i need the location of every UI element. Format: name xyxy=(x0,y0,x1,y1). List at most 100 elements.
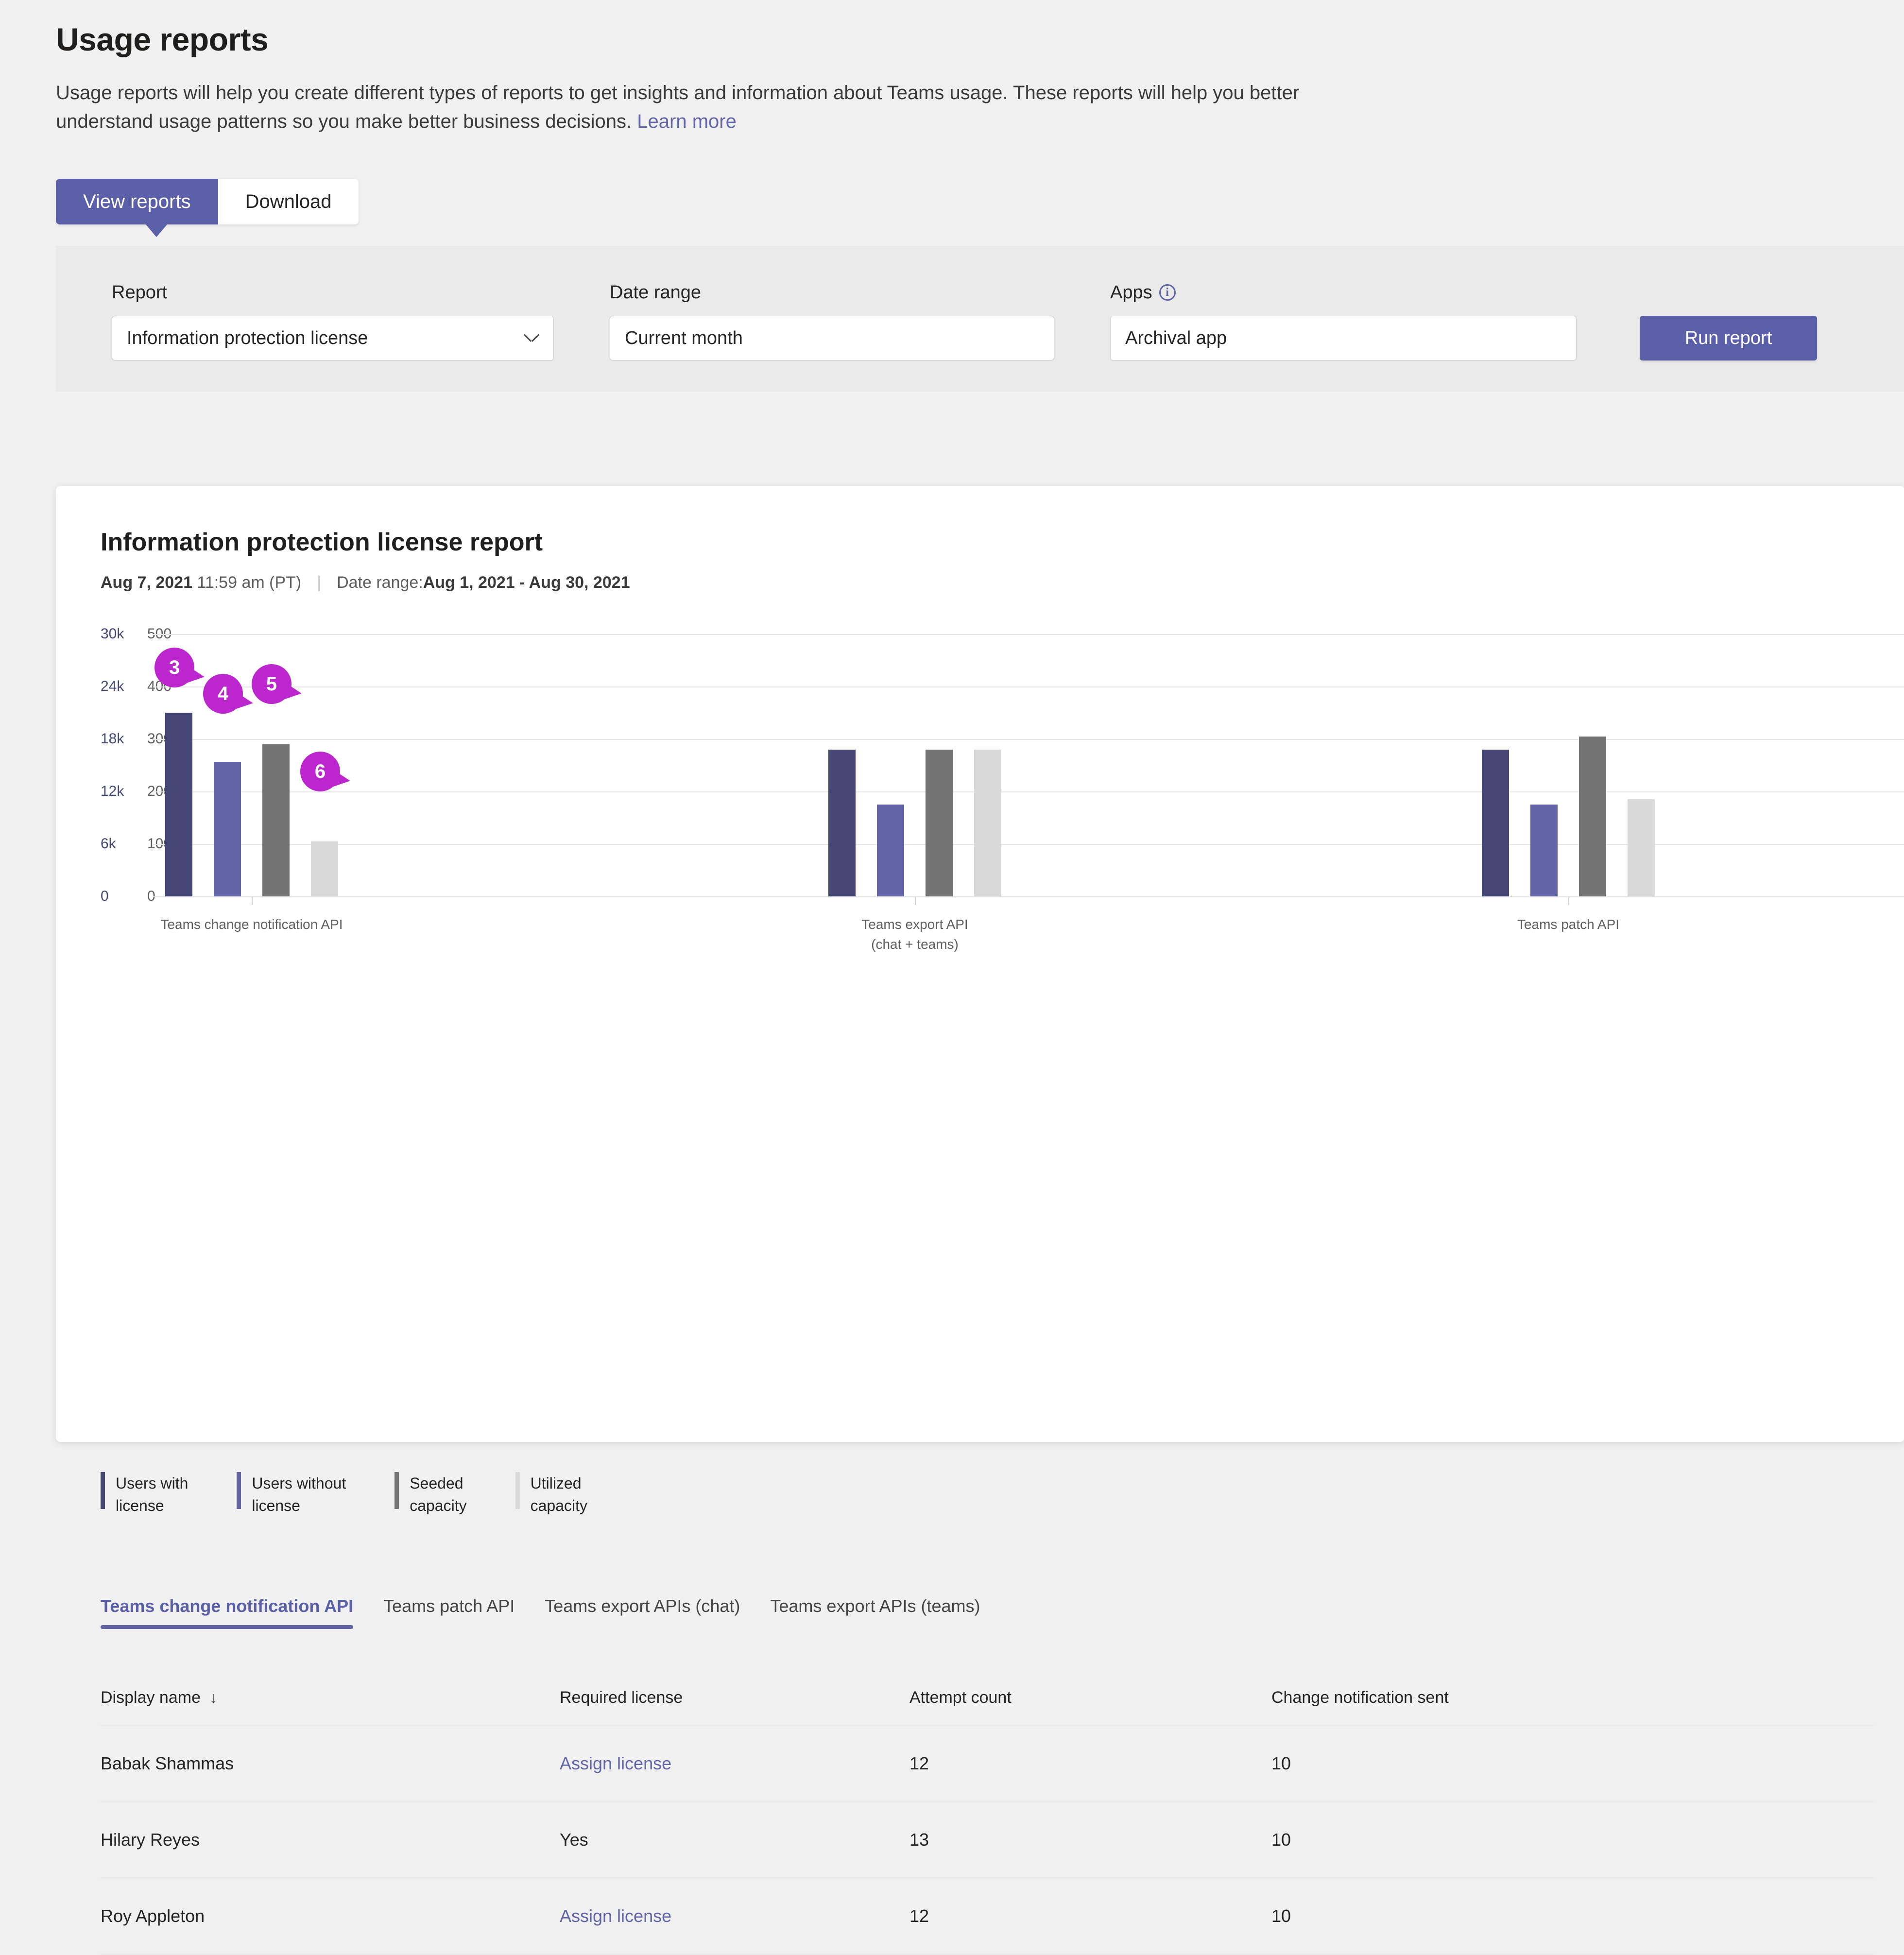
report-daterange-value: Aug 1, 2021 - Aug 30, 2021 xyxy=(423,573,630,592)
info-icon[interactable]: i xyxy=(1159,284,1176,301)
detail-tab[interactable]: Teams change notification API xyxy=(101,1596,354,1629)
legend-item[interactable]: Seeded capacity xyxy=(395,1472,467,1517)
chart-callout-badge[interactable]: 4 xyxy=(203,674,243,714)
legend-item[interactable]: Users with license xyxy=(101,1472,188,1517)
column-header-display-name-label: Display name xyxy=(101,1688,201,1707)
page-description: Usage reports will help you create diffe… xyxy=(56,79,1392,136)
chart-gridline xyxy=(153,791,1904,792)
table-head: Display name ↓ Required license Attempt c… xyxy=(101,1688,1874,1726)
x-axis-tickmark xyxy=(252,896,253,905)
field-date-range: Date range Current month xyxy=(610,282,1054,361)
column-header-attempt-count[interactable]: Attempt count xyxy=(909,1688,1271,1726)
legend-label-line: Users with xyxy=(116,1475,189,1492)
tab-view-reports[interactable]: View reports xyxy=(56,179,218,225)
cell-display-name: Hilary Reyes xyxy=(101,1801,560,1879)
apps-label-text: Apps xyxy=(1110,282,1152,303)
chart-gridline xyxy=(153,634,1904,635)
chart-bar[interactable] xyxy=(1530,805,1558,896)
legend-label-line: capacity xyxy=(530,1497,587,1515)
chart-bar[interactable] xyxy=(877,805,904,896)
column-header-display-name[interactable]: Display name ↓ xyxy=(101,1688,560,1726)
date-range-label: Date range xyxy=(610,282,702,303)
cell-display-name: Babak Shammas xyxy=(101,1725,560,1802)
y-axis-left-tick: 6k xyxy=(101,836,116,852)
report-generated-time: 11:59 am (PT) xyxy=(197,573,302,592)
pivot-active-caret-icon xyxy=(146,224,167,238)
date-range-value: Current month xyxy=(625,327,743,348)
chart-bar[interactable] xyxy=(1482,749,1509,896)
report-generated-date: Aug 7, 2021 xyxy=(101,573,192,592)
y-axis-left-tick: 18k xyxy=(101,731,124,747)
table-row: Roy Appleton Assign license 12 10 xyxy=(101,1878,1874,1955)
learn-more-link[interactable]: Learn more xyxy=(637,111,737,132)
filter-bar: Report Information protection license Da… xyxy=(56,246,1904,392)
chart-bar[interactable] xyxy=(214,761,241,896)
legend-label-line: license xyxy=(116,1497,164,1515)
table-header-row: Display name ↓ Required license Attempt c… xyxy=(101,1688,1874,1726)
cell-display-name: Roy Appleton xyxy=(101,1878,560,1955)
table-row: Hilary Reyes Yes 13 10 xyxy=(101,1801,1874,1879)
x-axis-tickmark xyxy=(1568,896,1569,905)
tab-download[interactable]: Download xyxy=(218,179,359,225)
legend-label-line: capacity xyxy=(410,1497,467,1515)
column-header-change-notification-sent[interactable]: Change notification sent xyxy=(1271,1688,1874,1726)
column-header-required-license[interactable]: Required license xyxy=(560,1688,909,1726)
legend-swatch xyxy=(515,1472,520,1509)
detail-tab[interactable]: Teams export APIs (chat) xyxy=(545,1596,740,1629)
bar-chart: 30k 24k 18k 12k 6k 0 500 400 300 200 100 0 Teams c… xyxy=(56,626,1904,952)
report-title: Information protection license report xyxy=(101,528,543,556)
cell-change-notification-sent: 10 xyxy=(1271,1878,1874,1955)
chart-callout-badge[interactable]: 3 xyxy=(154,648,194,687)
detail-tab[interactable]: Teams patch API xyxy=(383,1596,515,1629)
report-meta: Aug 7, 2021 11:59 am (PT) | Date range: … xyxy=(101,573,1904,592)
page-header: Usage reports Usage reports will help yo… xyxy=(0,0,1904,136)
cell-required-license[interactable]: Assign license xyxy=(560,1725,909,1802)
page-title: Usage reports xyxy=(56,21,269,57)
sort-descending-icon: ↓ xyxy=(209,1689,217,1706)
y-axis-left-tick: 12k xyxy=(101,783,124,799)
run-report-button[interactable]: Run report xyxy=(1640,316,1817,361)
legend-item[interactable]: Users without license xyxy=(237,1472,346,1517)
apps-input[interactable]: Archival app xyxy=(1110,316,1577,361)
assign-license-link[interactable]: Assign license xyxy=(560,1906,671,1926)
x-axis-tickmark xyxy=(915,896,916,905)
chart-bar[interactable] xyxy=(1579,736,1606,896)
legend-item[interactable]: Utilized capacity xyxy=(515,1472,587,1517)
apps-value: Archival app xyxy=(1125,327,1227,348)
chart-bar[interactable] xyxy=(974,749,1001,896)
detail-tab[interactable]: Teams export APIs (teams) xyxy=(770,1596,980,1629)
legend-label-line: Utilized xyxy=(530,1475,582,1492)
cell-attempt-count: 12 xyxy=(909,1725,1271,1802)
y-axis-left-tick: 30k xyxy=(101,626,124,642)
meta-separator: | xyxy=(317,573,322,592)
chart-bar[interactable] xyxy=(165,713,192,896)
date-range-input[interactable]: Current month xyxy=(610,316,1054,361)
report-dropdown[interactable]: Information protection license xyxy=(112,316,554,361)
chart-bar[interactable] xyxy=(828,749,856,896)
field-apps: Apps i Archival app xyxy=(1110,282,1577,361)
field-report: Report Information protection license xyxy=(112,282,554,361)
assign-license-link[interactable]: Assign license xyxy=(560,1753,671,1773)
chart-callout-badge[interactable]: 5 xyxy=(252,664,292,704)
x-axis-category-label: Teams patch API xyxy=(1517,915,1619,935)
y-axis-left-tick: 24k xyxy=(101,678,124,694)
apps-label: Apps i xyxy=(1110,282,1577,303)
pivot-container: View reports Download xyxy=(56,179,359,225)
pivot-group: View reports Download xyxy=(56,179,1904,238)
chart-gridline xyxy=(153,739,1904,740)
chart-bar[interactable] xyxy=(1628,799,1655,896)
legend-label-line: Users without xyxy=(252,1475,346,1492)
chart-callout-badge[interactable]: 6 xyxy=(300,752,340,791)
report-card: Information protection license report Au… xyxy=(56,486,1904,1955)
legend-swatch xyxy=(395,1472,399,1509)
cell-required-license[interactable]: Assign license xyxy=(560,1878,909,1955)
cell-attempt-count: 13 xyxy=(909,1801,1271,1879)
cell-change-notification-sent: 10 xyxy=(1271,1725,1874,1802)
chart-bar[interactable] xyxy=(262,744,290,896)
details-table: Display name ↓ Required license Attempt c… xyxy=(101,1688,1874,1955)
y-axis-left-tick: 0 xyxy=(101,888,109,904)
chart-bar[interactable] xyxy=(311,841,338,896)
chart-bar[interactable] xyxy=(926,749,953,896)
category-label-line: (chat + teams) xyxy=(871,936,959,952)
legend-swatch xyxy=(237,1472,241,1509)
